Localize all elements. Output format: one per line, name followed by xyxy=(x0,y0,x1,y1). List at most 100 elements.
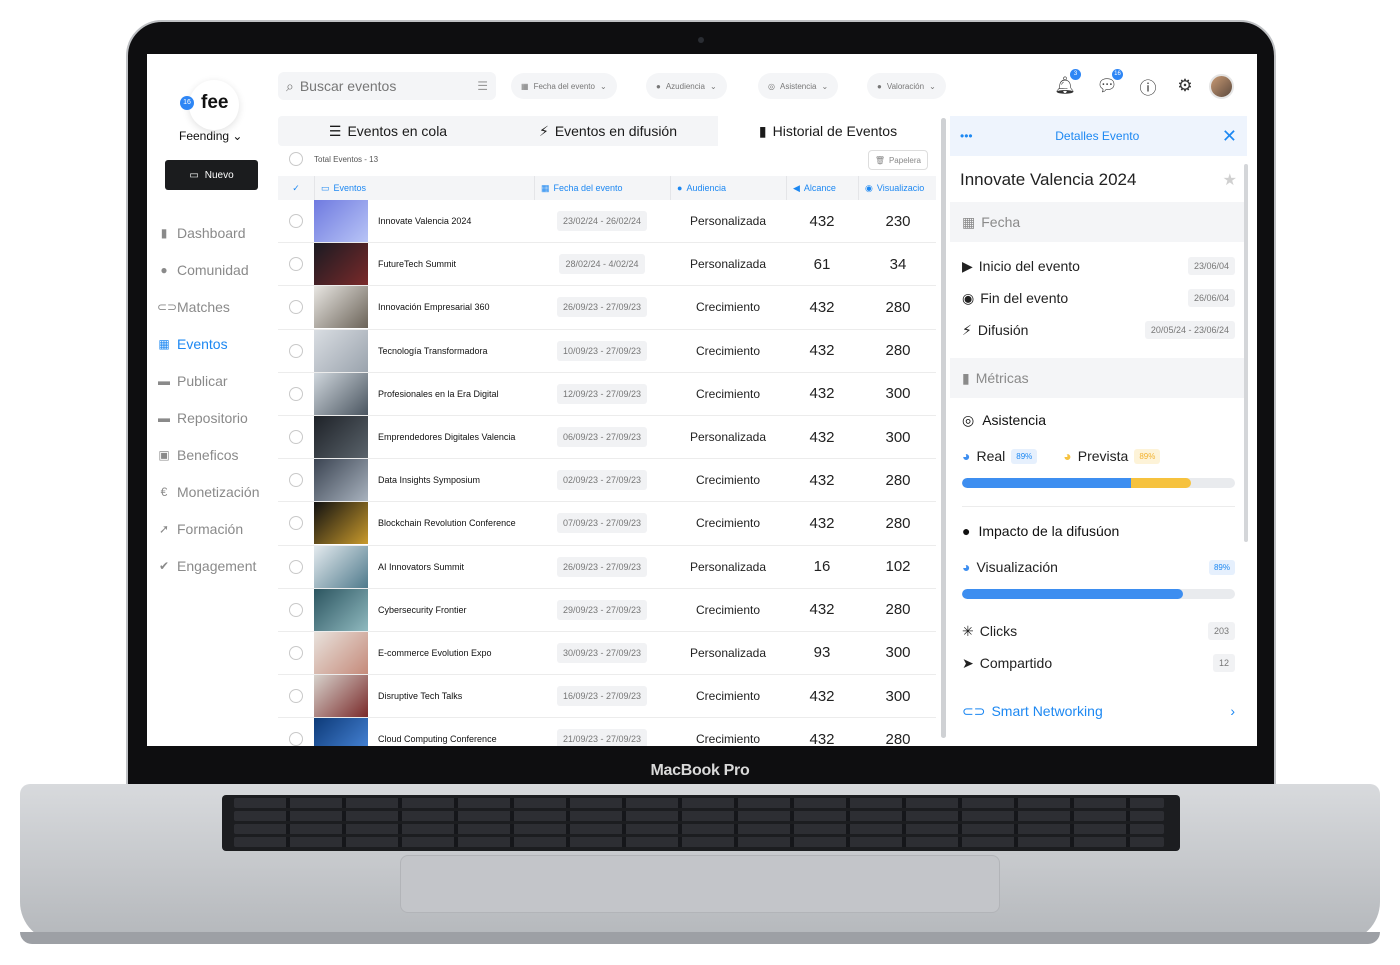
trash-button[interactable]: 🗑︎ Papelera xyxy=(867,150,928,170)
table-body: Innovate Valencia 2024 23/02/24 - 26/02/2… xyxy=(278,200,936,746)
keyboard-row xyxy=(234,798,1164,808)
event-thumbnail xyxy=(314,459,368,502)
header-audiencia[interactable]: ● Audiencia xyxy=(670,176,786,200)
table-row[interactable]: Innovación Empresarial 360 26/09/23 - 27/… xyxy=(278,286,936,330)
tabs: ☰ Eventos en cola ⚡︎ Eventos en difusión ▮… xyxy=(278,116,938,146)
sidebar-item-label: Comunidad xyxy=(177,261,249,278)
event-views: 280 xyxy=(885,471,911,489)
header-check[interactable]: ✓ xyxy=(278,176,314,200)
row-radio[interactable] xyxy=(289,300,303,315)
star-icon[interactable]: ★ xyxy=(1223,170,1237,190)
table-row[interactable]: FutureTech Summit 28/02/24 - 4/02/24 Perso… xyxy=(278,243,936,287)
table-row[interactable]: Disruptive Tech Talks 16/09/23 - 27/09/23… xyxy=(278,675,936,719)
table-row[interactable]: Data Insights Symposium 02/09/23 - 27/09/… xyxy=(278,459,936,503)
sidebar-item-publicar[interactable]: ▬ Publicar xyxy=(157,362,277,399)
table-row[interactable]: Cloud Computing Conference 21/09/23 - 27/… xyxy=(278,718,936,746)
filter-audiencia[interactable]: ● Azudiencia ⌄ xyxy=(646,73,727,99)
sidebar-item-matches[interactable]: ⊂⊃ Matches xyxy=(157,288,277,325)
table-row[interactable]: Innovate Valencia 2024 23/02/24 - 26/02/2… xyxy=(278,200,936,244)
more-icon[interactable]: ••• xyxy=(960,129,973,143)
row-check-cell xyxy=(278,257,314,272)
row-radio[interactable] xyxy=(289,602,303,617)
row-radio[interactable] xyxy=(289,516,303,531)
event-name: Innovate Valencia 2024 xyxy=(378,216,472,227)
prevista-pct: 89% xyxy=(1134,448,1161,464)
sidebar-item-comunidad[interactable]: ● Comunidad xyxy=(157,251,277,288)
event-views: 280 xyxy=(885,298,911,316)
header-eventos[interactable]: ▭ Eventos xyxy=(314,176,534,200)
row-radio[interactable] xyxy=(289,559,303,574)
sidebar-item-formacion[interactable]: ➚ Formación xyxy=(157,510,277,547)
messages-button[interactable]: 💬︎ 16 xyxy=(1095,69,1123,98)
event-audience: Personalizada xyxy=(689,214,767,229)
sidebar-item-label: Formación xyxy=(177,520,244,537)
calendar-icon: ▦ xyxy=(541,182,550,193)
avatar[interactable] xyxy=(1209,74,1234,99)
compartido-row: ➤ Compartido 12 xyxy=(950,647,1247,679)
event-reach: 432 xyxy=(809,212,835,230)
fin-label: Fin del evento xyxy=(980,290,1069,306)
filter-label: Asistencia xyxy=(779,81,817,91)
event-reach: 432 xyxy=(809,687,835,705)
total-events: Total Eventos - 13 xyxy=(314,154,379,164)
header-label: Alcance xyxy=(803,183,836,193)
trash-icon: 🗑︎ xyxy=(874,155,885,165)
header-label: Visualizacio xyxy=(876,183,925,193)
new-button[interactable]: ▭ Nuevo xyxy=(165,160,258,190)
row-radio[interactable] xyxy=(289,689,303,704)
tab-eventos-en-difusion[interactable]: ⚡︎ Eventos en difusión xyxy=(498,116,718,146)
row-radio[interactable] xyxy=(289,473,303,488)
scrollbar-thumb[interactable] xyxy=(941,118,946,738)
info-button[interactable]: ⓘ xyxy=(1136,74,1160,98)
table-scrollbar[interactable] xyxy=(941,118,946,738)
table-row[interactable]: Cybersecurity Frontier 29/09/23 - 27/09/2… xyxy=(278,588,936,632)
row-radio[interactable] xyxy=(289,214,303,229)
impacto-label: Impacto de la difusúon xyxy=(978,523,1120,539)
date-cell: 26/09/23 - 27/09/23 xyxy=(534,556,670,577)
details-scrollbar[interactable] xyxy=(1244,164,1248,542)
row-radio[interactable] xyxy=(289,386,303,401)
tab-historial-de-eventos[interactable]: ▮ Historial de Eventos xyxy=(718,116,938,146)
table-row[interactable]: Tecnología Transformadora 10/09/23 - 27/0… xyxy=(278,329,936,373)
inicio-value: 23/06/04 xyxy=(1187,257,1235,275)
table-row[interactable]: Profesionales en la Era Digital 12/09/23 … xyxy=(278,372,936,416)
notifications-button[interactable]: 🔔︎ 3 xyxy=(1053,69,1081,98)
sidebar-item-repositorio[interactable]: ▬ Repositorio xyxy=(157,399,277,436)
row-radio[interactable] xyxy=(289,645,303,660)
sliders-icon[interactable]: ☰ xyxy=(477,79,488,93)
sidebar-item-monetizacion[interactable]: € Monetización xyxy=(157,473,277,510)
sidebar-item-eventos[interactable]: ▦ Eventos xyxy=(157,325,277,362)
settings-button[interactable]: ⚙ xyxy=(1173,74,1197,98)
sidebar-item-dashboard[interactable]: ▮ Dashboard xyxy=(157,214,277,251)
table-row[interactable]: Emprendedores Digitales Valencia 06/09/23… xyxy=(278,416,936,460)
filter-asistencia[interactable]: ◎ Asistencia ⌄ xyxy=(758,73,839,99)
smart-networking-link[interactable]: ⊂⊃ Smart Networking › xyxy=(950,693,1247,729)
filter-valoracion[interactable]: ● Valoración ⌄ xyxy=(867,73,946,99)
header-alcance[interactable]: ◀ Alcance xyxy=(786,176,858,200)
users-icon: ● xyxy=(160,262,168,277)
filter-fecha[interactable]: ▦ Fecha del evento ⌄ xyxy=(511,73,617,99)
event-audience: Crecimiento xyxy=(695,689,761,704)
table-header: ✓ ▭ Eventos ▦ Fecha del evento ● Audiencia … xyxy=(278,176,936,200)
tab-eventos-en-cola[interactable]: ☰ Eventos en cola xyxy=(278,116,498,146)
event-views: 300 xyxy=(885,644,911,662)
event-date: 12/09/23 - 27/09/23 xyxy=(556,383,648,404)
sidebar-item-engagement[interactable]: ✔ Engagement xyxy=(157,547,277,584)
table-row[interactable]: AI Innovators Summit 26/09/23 - 27/09/23 P… xyxy=(278,545,936,589)
row-radio[interactable] xyxy=(289,343,303,358)
table-row[interactable]: E-commerce Evolution Expo 30/09/23 - 27/0… xyxy=(278,631,936,676)
difusion-row: ⚡︎ Difusión 20/05/24 - 23/06/24 xyxy=(950,314,1247,346)
header-visualizacion[interactable]: ◉ Visualizacio xyxy=(858,176,936,200)
row-radio[interactable] xyxy=(289,257,303,272)
row-radio[interactable] xyxy=(289,732,303,746)
header-fecha[interactable]: ▦ Fecha del evento xyxy=(534,176,670,200)
close-icon[interactable]: ✕ xyxy=(1222,126,1237,147)
select-all-radio[interactable] xyxy=(289,152,303,166)
row-radio[interactable] xyxy=(289,430,303,445)
sidebar-item-beneficos[interactable]: ▣ Beneficos xyxy=(157,436,277,473)
table-row[interactable]: Blockchain Revolution Conference 07/09/23… xyxy=(278,502,936,546)
search-input[interactable]: ⌕ Buscar eventos ☰ xyxy=(278,72,496,100)
event-cell: Profesionales en la Era Digital xyxy=(314,372,534,415)
org-switcher[interactable]: Feending ⌄ xyxy=(179,129,242,143)
table-toolbar: Total Eventos - 13 🗑︎ Papelera xyxy=(278,150,936,170)
